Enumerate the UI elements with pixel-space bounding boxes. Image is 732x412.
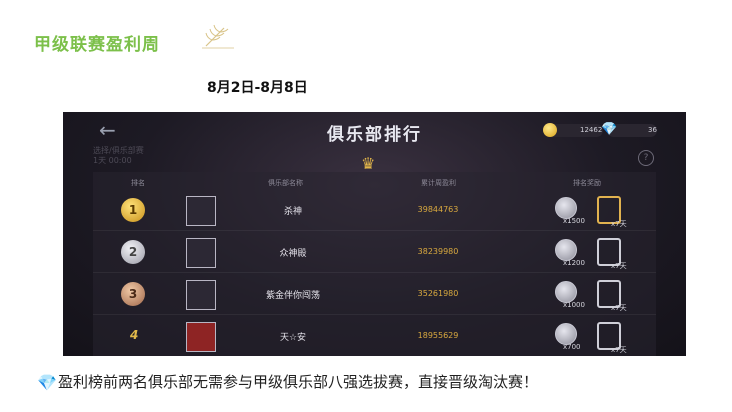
- club-badge: [186, 280, 216, 310]
- header-reward: 排名奖励: [573, 179, 601, 187]
- silver-coin-icon: [555, 281, 577, 303]
- coin-reward: x1500: [563, 217, 585, 225]
- diamond-icon: 💎: [37, 373, 57, 392]
- gem-value: 36: [648, 126, 657, 134]
- silver-medal-icon: 2: [121, 240, 145, 264]
- game-screenshot: ← 选择/俱乐部赛 1天 00:00 俱乐部排行 12462 💎 36 ? ♛ …: [63, 112, 686, 356]
- club-name: 杀神: [283, 207, 302, 217]
- weekly-profit: 18955629: [417, 331, 459, 340]
- rank-number: 4: [130, 328, 139, 342]
- article-heading: 甲级联赛盈利周: [34, 35, 160, 55]
- coin-value: 12462: [580, 126, 603, 134]
- wheat-icon: [202, 24, 234, 49]
- club-name: 众神殿: [279, 249, 307, 259]
- frame-duration: x7天: [611, 346, 627, 354]
- bronze-medal-icon: 3: [121, 282, 145, 306]
- date-range: 8月2日-8月8日: [207, 80, 308, 96]
- weekly-profit: 38239980: [417, 247, 459, 256]
- weekly-profit: 39844763: [417, 205, 459, 214]
- coin-reward: x1000: [563, 301, 585, 309]
- frame-duration: x7天: [611, 262, 627, 270]
- coin-reward: x700: [563, 343, 581, 351]
- weekly-profit: 35261980: [417, 289, 459, 298]
- silver-coin-icon: [555, 323, 577, 345]
- club-name: 紫金伴你闯荡: [265, 291, 320, 301]
- coin-icon: [543, 123, 557, 137]
- background-text: 选择/俱乐部赛 1天 00:00: [93, 146, 144, 165]
- silver-coin-icon: [555, 197, 577, 219]
- club-name: 天☆安: [279, 333, 307, 343]
- frame-duration: x7天: [611, 304, 627, 312]
- gold-medal-icon: 1: [121, 198, 145, 222]
- club-badge: [186, 322, 216, 352]
- header-profit: 累计周盈利: [421, 179, 456, 187]
- promotion-note: 盈利榜前两名俱乐部无需参与甲级俱乐部八强选拔赛，直接晋级淘汰赛！: [58, 373, 539, 391]
- crown-icon: ♛: [361, 154, 376, 173]
- silver-coin-icon: [555, 239, 577, 261]
- table-row[interactable]: 2 众神殿 38239980 x1200 x7天: [93, 232, 656, 273]
- coin-reward: x1200: [563, 259, 585, 267]
- diamond-icon: 💎: [601, 122, 618, 137]
- header-rank: 排名: [131, 179, 145, 187]
- table-row[interactable]: 3 紫金伴你闯荡 35261980 x1000 x7天: [93, 274, 656, 315]
- table-row[interactable]: 4 天☆安 18955629 x700 x7天: [93, 316, 656, 356]
- club-badge: [186, 196, 216, 226]
- club-badge: [186, 238, 216, 268]
- table-row[interactable]: 1 杀神 39844763 x1500 x7天: [93, 190, 656, 231]
- frame-duration: x7天: [611, 220, 627, 228]
- header-club: 俱乐部名称: [268, 179, 303, 187]
- help-button[interactable]: ?: [638, 150, 654, 166]
